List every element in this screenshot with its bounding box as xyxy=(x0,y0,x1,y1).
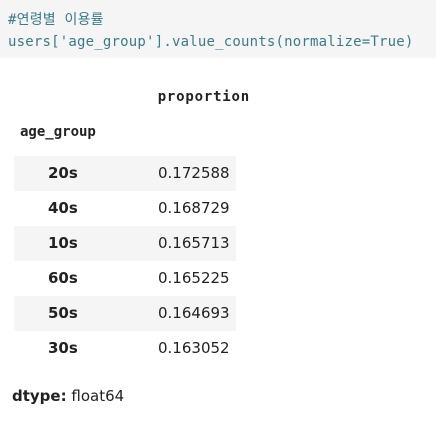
row-value: 0.165225 xyxy=(158,269,230,287)
row-index: 30s xyxy=(48,339,78,357)
table-row: 10s 0.165713 xyxy=(14,226,236,261)
code-line: users['age_group'].value_counts(normaliz… xyxy=(8,34,414,50)
dtype-label: dtype: xyxy=(12,387,67,405)
table-row: 40s 0.168729 xyxy=(14,191,236,226)
dtype-line: dtype: float64 xyxy=(12,387,124,405)
row-index: 60s xyxy=(48,269,78,287)
row-value: 0.172588 xyxy=(158,164,230,182)
row-value: 0.165713 xyxy=(158,234,230,252)
row-index: 20s xyxy=(48,164,78,182)
table-row: 20s 0.172588 xyxy=(14,156,236,191)
row-index: 10s xyxy=(48,234,78,252)
index-name-label: age_group xyxy=(20,124,96,140)
table-header-row: proportion xyxy=(0,84,250,112)
column-header-proportion: proportion xyxy=(157,89,250,105)
row-value: 0.163052 xyxy=(158,339,230,357)
table-row: 30s 0.163052 xyxy=(14,331,236,366)
table-row: 60s 0.165225 xyxy=(14,261,236,296)
row-index: 40s xyxy=(48,199,78,217)
dtype-value: float64 xyxy=(71,387,125,405)
table-row: 50s 0.164693 xyxy=(14,296,236,331)
row-index: 50s xyxy=(48,304,78,322)
row-value: 0.164693 xyxy=(158,304,230,322)
code-cell[interactable]: #연령별 이용률 users['age_group'].value_counts… xyxy=(0,0,436,58)
row-value: 0.168729 xyxy=(158,199,230,217)
code-comment: #연령별 이용률 xyxy=(8,12,104,28)
table-body: 20s 0.172588 40s 0.168729 10s 0.165713 6… xyxy=(14,156,236,366)
